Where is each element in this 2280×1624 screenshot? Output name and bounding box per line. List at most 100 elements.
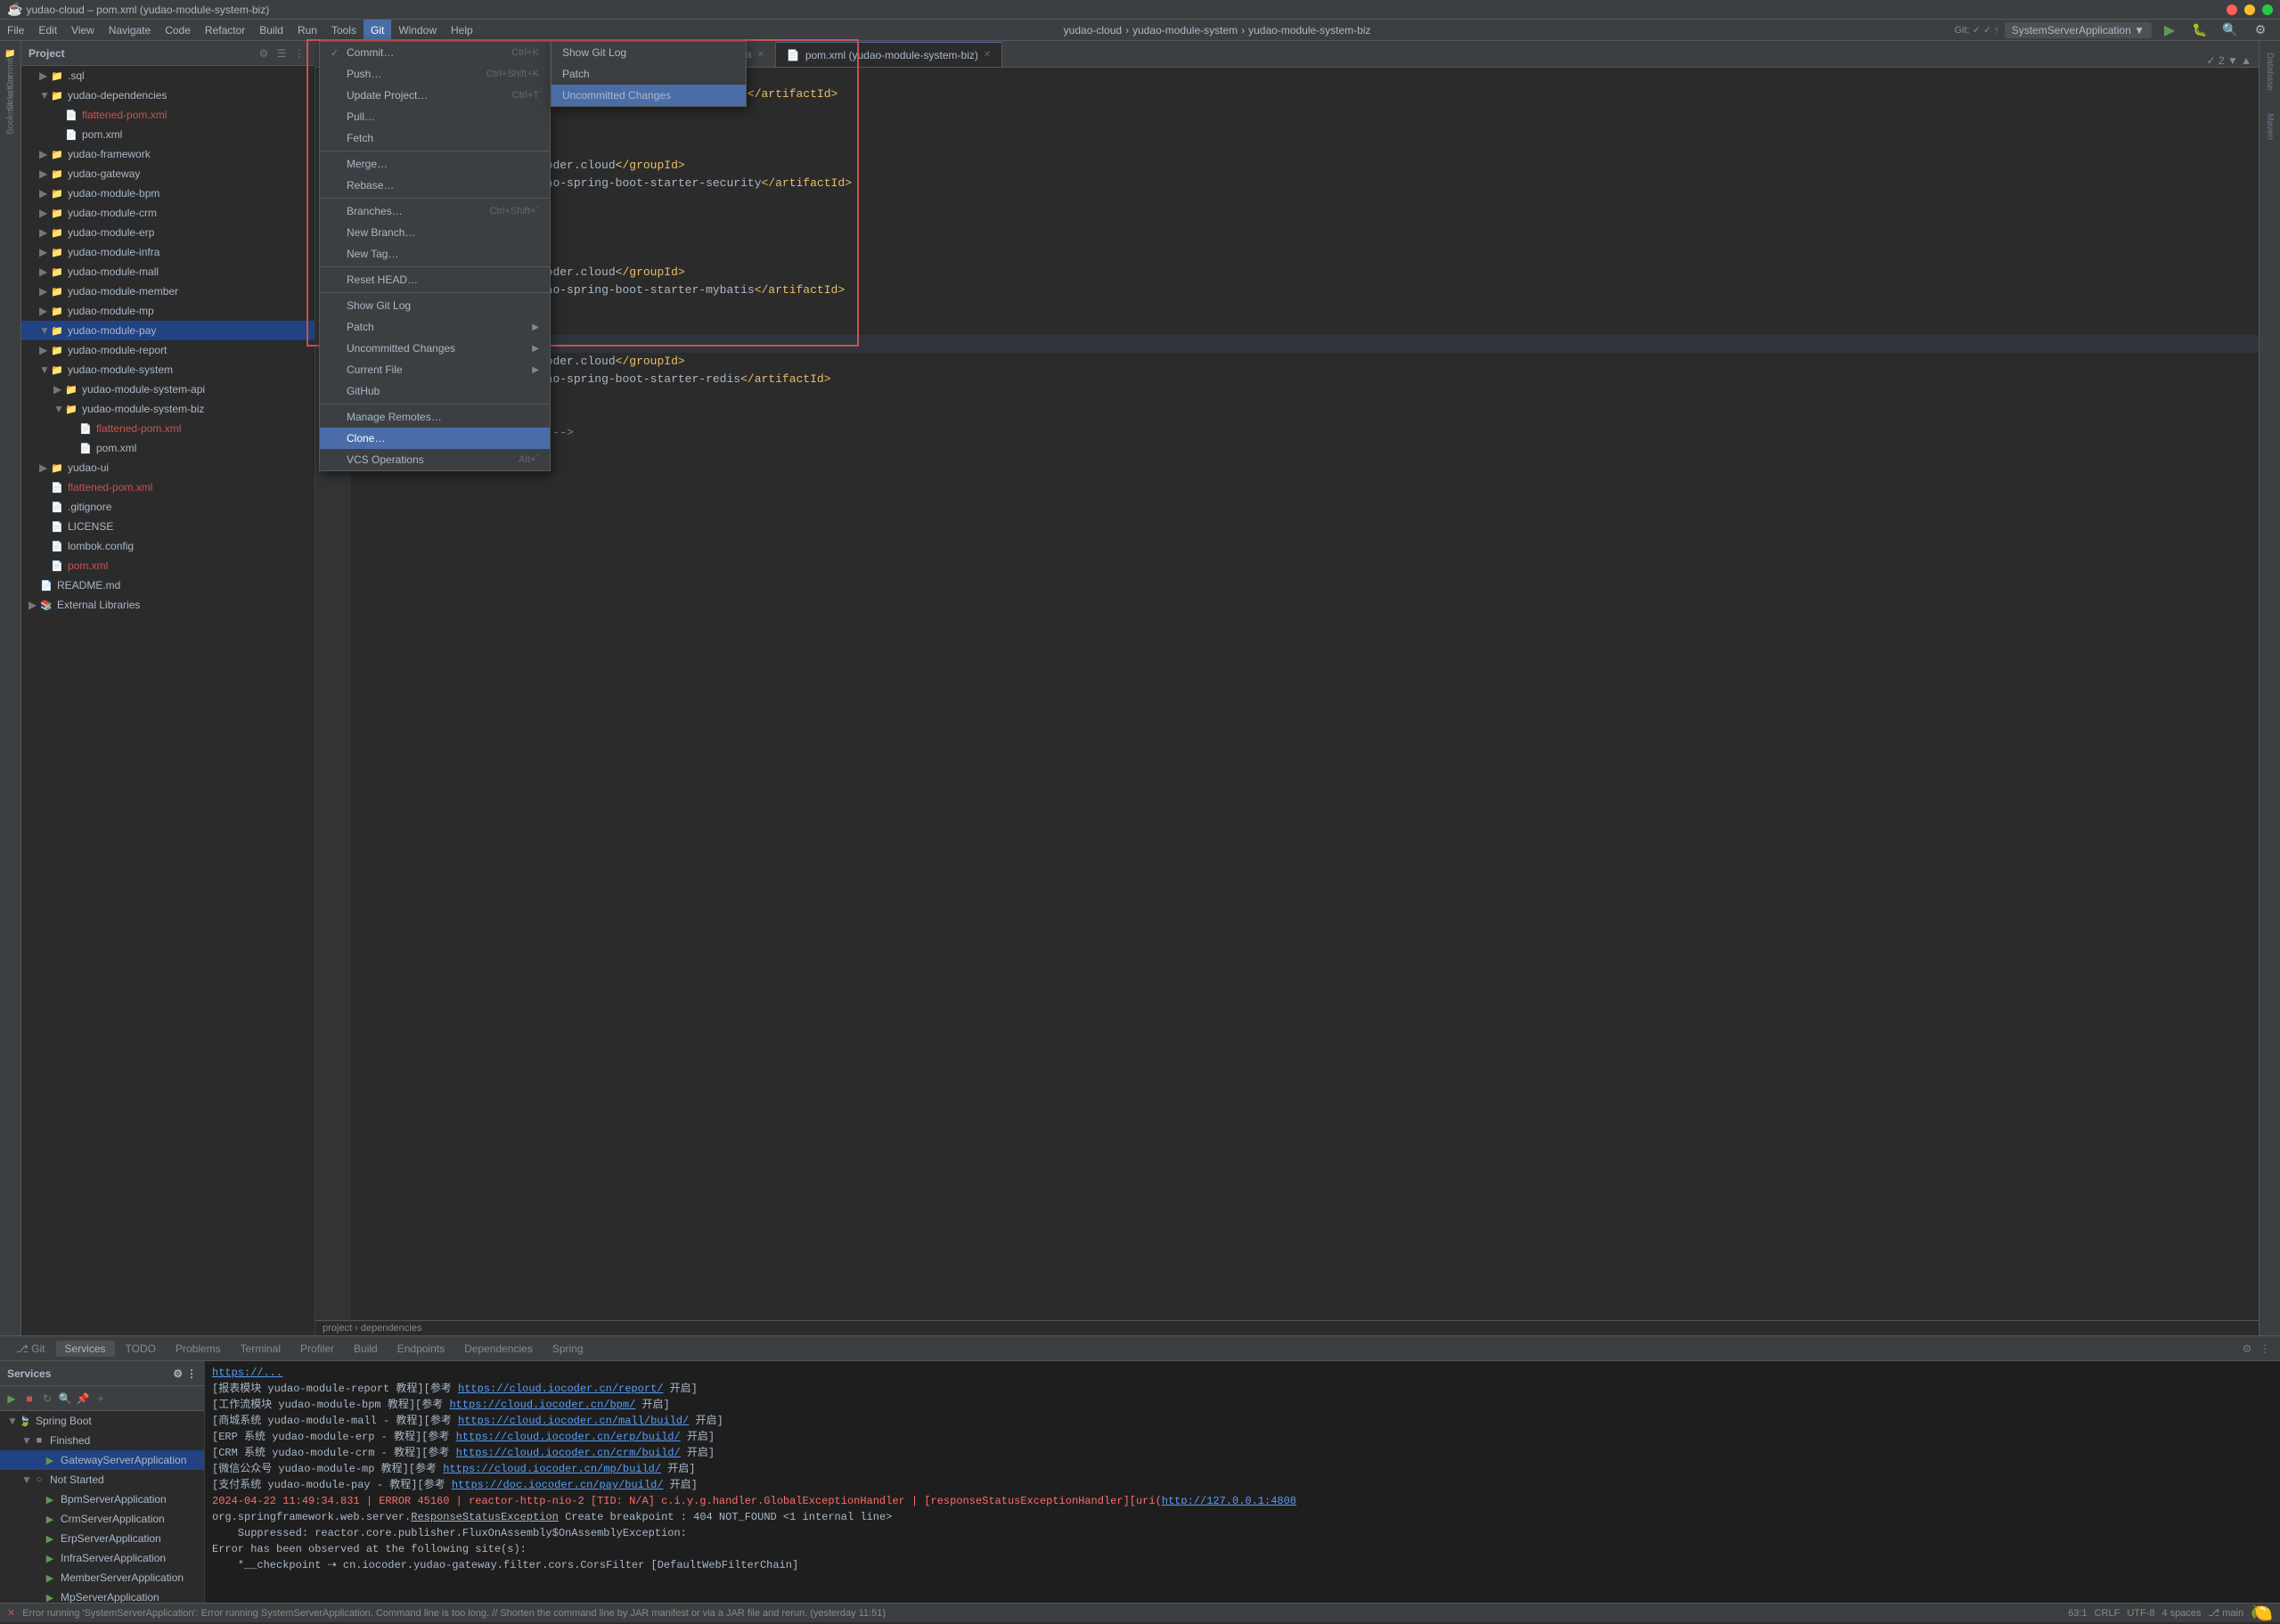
tree-yudao-ui[interactable]: ▶ 📁 yudao-ui <box>21 458 315 477</box>
tree-pom-dep[interactable]: ▶ 📄 pom.xml <box>21 125 315 144</box>
service-not-started[interactable]: ▼ ○ Not Started <box>0 1470 204 1489</box>
debug-btn[interactable]: 🐛 <box>2187 18 2212 43</box>
submenu-uncommitted-changes[interactable]: Uncommitted Changes <box>552 85 746 106</box>
tab-pom-xml[interactable]: 📄 pom.xml (yudao-module-system-biz) ✕ <box>776 42 1002 67</box>
maximize-btn[interactable] <box>2262 4 2273 15</box>
menu-file[interactable]: File <box>0 20 31 40</box>
git-reset-head[interactable]: Reset HEAD… <box>320 269 550 290</box>
tab-services[interactable]: Services <box>56 1341 115 1357</box>
git-merge[interactable]: Merge… <box>320 153 550 175</box>
services-settings-btn[interactable]: ⚙ <box>173 1367 183 1380</box>
service-group-springboot[interactable]: ▼ 🍃 Spring Boot <box>0 1411 204 1431</box>
menu-view[interactable]: View <box>64 20 102 40</box>
git-current-file[interactable]: Current File ▶ <box>320 359 550 380</box>
tree-gateway[interactable]: ▶ 📁 yudao-gateway <box>21 164 315 184</box>
tab-spring[interactable]: Spring <box>543 1341 592 1357</box>
service-crm[interactable]: ▶ ▶ CrmServerApplication <box>0 1509 204 1529</box>
tab-todo[interactable]: TODO <box>117 1341 165 1357</box>
run-btn[interactable]: ▶ <box>2157 18 2182 43</box>
status-position[interactable]: 63:1 <box>2068 1608 2087 1619</box>
tab-terminal[interactable]: Terminal <box>232 1341 290 1357</box>
service-add-btn[interactable]: + <box>93 1391 109 1407</box>
menu-window[interactable]: Window <box>391 20 444 40</box>
service-gateway[interactable]: ▶ ▶ GatewayServerApplication <box>0 1450 204 1470</box>
tree-external-libs[interactable]: ▶ 📚 External Libraries <box>21 595 315 615</box>
status-indent[interactable]: 4 spaces <box>2162 1608 2201 1619</box>
tab-git-bottom[interactable]: ⎇ Git <box>7 1341 54 1357</box>
tree-lombok[interactable]: ▶ 📄 lombok.config <box>21 536 315 556</box>
tree-module-crm[interactable]: ▶ 📁 yudao-module-crm <box>21 203 315 223</box>
git-patch[interactable]: Patch ▶ <box>320 316 550 338</box>
git-vcs-operations[interactable]: VCS Operations Alt+` <box>320 449 550 470</box>
service-infra[interactable]: ▶ ▶ InfraServerApplication <box>0 1548 204 1568</box>
tree-module-mall[interactable]: ▶ 📁 yudao-module-mall <box>21 262 315 282</box>
git-fetch[interactable]: Fetch <box>320 127 550 149</box>
tree-module-erp[interactable]: ▶ 📁 yudao-module-erp <box>21 223 315 242</box>
menu-code[interactable]: Code <box>158 20 198 40</box>
tree-module-report[interactable]: ▶ 📁 yudao-module-report <box>21 340 315 360</box>
git-manage-remotes[interactable]: Manage Remotes… <box>320 406 550 428</box>
menu-navigate[interactable]: Navigate <box>102 20 158 40</box>
tree-module-bpm[interactable]: ▶ 📁 yudao-module-bpm <box>21 184 315 203</box>
service-stop-all-btn[interactable]: ■ <box>21 1391 37 1407</box>
tree-module-member[interactable]: ▶ 📁 yudao-module-member <box>21 282 315 301</box>
git-show-log[interactable]: Show Git Log <box>320 295 550 316</box>
tree-gitignore[interactable]: ▶ 📄 .gitignore <box>21 497 315 517</box>
code-editor[interactable]: 5556575859 6061626364 6566676869 7071727… <box>315 68 2259 1320</box>
service-bpm[interactable]: ▶ ▶ BpmServerApplication <box>0 1489 204 1509</box>
tab-build[interactable]: Build <box>345 1341 387 1357</box>
tree-system-biz-pom[interactable]: ▶ 📄 pom.xml <box>21 438 315 458</box>
service-refresh-btn[interactable]: ↻ <box>39 1391 55 1407</box>
git-uncommitted-changes[interactable]: Uncommitted Changes ▶ <box>320 338 550 359</box>
tab-problems[interactable]: Problems <box>167 1341 230 1357</box>
database-icon[interactable]: Database <box>2261 45 2279 98</box>
tab-endpoints[interactable]: Endpoints <box>388 1341 454 1357</box>
tree-module-mp[interactable]: ▶ 📁 yudao-module-mp <box>21 301 315 321</box>
submenu-show-git-log[interactable]: Show Git Log <box>552 42 746 63</box>
git-rebase[interactable]: Rebase… <box>320 175 550 196</box>
bottom-gear-btn[interactable]: ⋮ <box>2257 1341 2273 1357</box>
service-filter-btn[interactable]: 🔍 <box>57 1391 73 1407</box>
service-pin-btn[interactable]: 📌 <box>75 1391 91 1407</box>
project-gear-btn[interactable]: ⋮ <box>291 45 307 61</box>
console-output[interactable]: https://... [报表模块 yudao-module-report 教程… <box>205 1361 2280 1603</box>
tree-root-pom[interactable]: ▶ 📄 pom.xml <box>21 556 315 575</box>
tree-module-infra[interactable]: ▶ 📁 yudao-module-infra <box>21 242 315 262</box>
tree-flattened-pom[interactable]: ▶ 📄 flattened-pom.xml <box>21 105 315 125</box>
tree-module-pay[interactable]: ▼ 📁 yudao-module-pay <box>21 321 315 340</box>
tab-profiler[interactable]: Profiler <box>291 1341 343 1357</box>
maven-icon[interactable]: Maven <box>2261 100 2279 153</box>
git-new-tag[interactable]: New Tag… <box>320 243 550 265</box>
git-commit[interactable]: ✓Commit… Ctrl+K <box>320 42 550 63</box>
git-clone[interactable]: Clone… <box>320 428 550 449</box>
bookmarks-icon[interactable]: Bookmarks <box>2 103 20 121</box>
tab-dependencies[interactable]: Dependencies <box>455 1341 542 1357</box>
service-run-all-btn[interactable]: ▶ <box>4 1391 20 1407</box>
tree-readme[interactable]: ▶ 📄 README.md <box>21 575 315 595</box>
service-mp[interactable]: ▶ ▶ MpServerApplication <box>0 1587 204 1603</box>
java-tab-close[interactable]: ✕ <box>756 50 764 60</box>
git-pull[interactable]: Pull… <box>320 106 550 127</box>
menu-run[interactable]: Run <box>290 20 324 40</box>
settings-btn[interactable]: ⚙ <box>2248 18 2273 43</box>
menu-help[interactable]: Help <box>444 20 480 40</box>
tree-module-system[interactable]: ▼ 📁 yudao-module-system <box>21 360 315 379</box>
tree-system-biz[interactable]: ▼ 📁 yudao-module-system-biz <box>21 399 315 419</box>
project-layout-btn[interactable]: ☰ <box>274 45 290 61</box>
tree-sql[interactable]: ▶ 📁 .sql <box>21 66 315 86</box>
project-settings-btn[interactable]: ⚙ <box>256 45 272 61</box>
tree-framework[interactable]: ▶ 📁 yudao-framework <box>21 144 315 164</box>
search-everywhere-btn[interactable]: 🔍 <box>2218 18 2243 43</box>
menu-refactor[interactable]: Refactor <box>198 20 252 40</box>
tree-system-api[interactable]: ▶ 📁 yudao-module-system-api <box>21 379 315 399</box>
status-charset[interactable]: UTF-8 <box>2127 1608 2154 1619</box>
menu-build[interactable]: Build <box>252 20 290 40</box>
service-erp[interactable]: ▶ ▶ ErpServerApplication <box>0 1529 204 1548</box>
close-btn[interactable] <box>2227 4 2237 15</box>
git-update-project[interactable]: Update Project… Ctrl+T <box>320 85 550 106</box>
menu-git[interactable]: Git <box>364 20 391 40</box>
submenu-patch[interactable]: Patch <box>552 63 746 85</box>
menu-edit[interactable]: Edit <box>31 20 64 40</box>
menu-tools[interactable]: Tools <box>324 20 364 40</box>
service-finished-group[interactable]: ▼ ■ Finished <box>0 1431 204 1450</box>
